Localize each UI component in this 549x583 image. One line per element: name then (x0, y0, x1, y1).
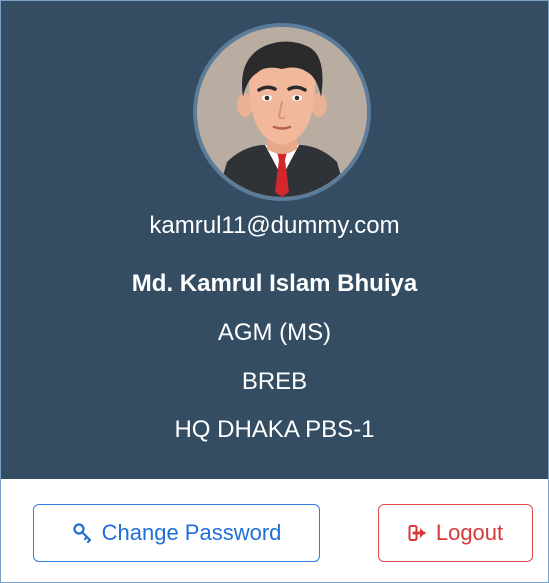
profile-designation: AGM (MS) (217, 319, 332, 346)
profile-office: HQ DHAKA PBS-1 (174, 416, 375, 443)
profile-email: kamrul11@dummy.com (149, 212, 400, 239)
logout-button[interactable]: Logout (378, 504, 533, 562)
sign-out-icon (408, 524, 428, 542)
change-password-label: Change Password (101, 520, 282, 545)
logout-label: Logout (435, 520, 504, 545)
user-profile-card: kamrul11@dummy.com Md. Kamrul Islam Bhui… (0, 0, 549, 583)
profile-organization: BREB (241, 368, 308, 395)
profile-name: Md. Kamrul Islam Bhuiya (131, 270, 418, 297)
change-password-button[interactable]: Change Password (33, 504, 320, 562)
profile-header-panel: kamrul11@dummy.com Md. Kamrul Islam Bhui… (1, 1, 548, 479)
avatar-illustration-icon (197, 27, 367, 197)
key-icon (72, 522, 94, 544)
avatar (193, 23, 371, 201)
